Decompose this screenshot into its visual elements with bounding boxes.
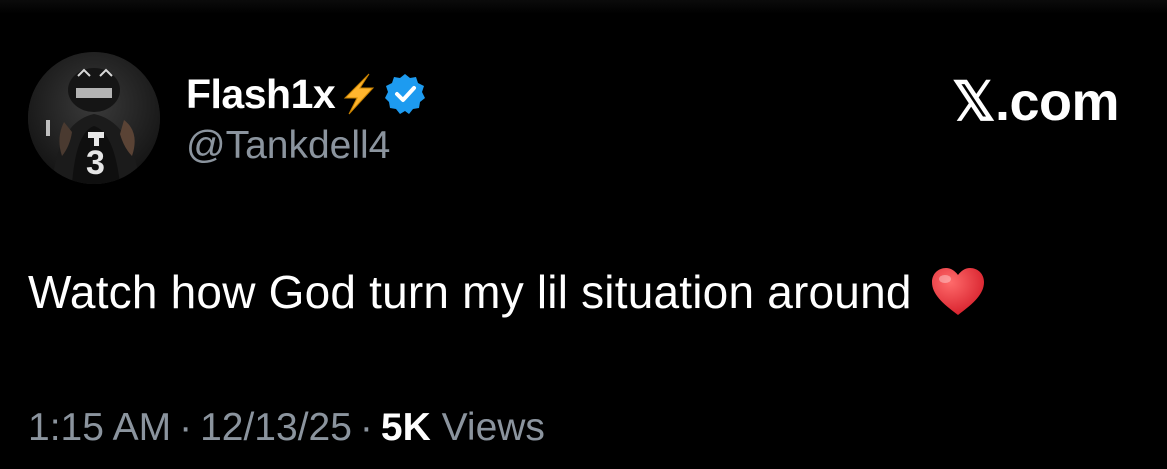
svg-text:3: 3 bbox=[86, 144, 105, 182]
author-display-name[interactable]: Flash1x bbox=[186, 71, 336, 118]
tweet-body: Watch how God turn my lil situation arou… bbox=[28, 262, 986, 322]
tweet-meta: 1:15 AM · 12/13/25 · 5K Views bbox=[28, 406, 545, 450]
avatar-photo-icon: 3 bbox=[28, 52, 160, 184]
tweet-text: Watch how God turn my lil situation arou… bbox=[28, 266, 912, 318]
red-heart-icon bbox=[930, 266, 986, 318]
tweet-date[interactable]: 12/13/25 bbox=[200, 406, 352, 449]
author-avatar[interactable]: 3 bbox=[28, 52, 160, 184]
view-count: 5K bbox=[380, 406, 431, 449]
tweet-card: 3 Flash1x @Tankdell4 𝕏.com Watch how God… bbox=[0, 0, 1167, 469]
lightning-bolt-icon bbox=[339, 72, 377, 116]
meta-separator: · bbox=[179, 406, 193, 449]
verified-badge-icon[interactable] bbox=[383, 72, 427, 116]
meta-separator: · bbox=[359, 406, 373, 449]
author-handle[interactable]: @Tankdell4 bbox=[186, 124, 390, 168]
views-label: Views bbox=[441, 406, 545, 449]
x-com-watermark: 𝕏.com bbox=[951, 72, 1120, 132]
author-name-row: Flash1x bbox=[186, 70, 427, 118]
tweet-time[interactable]: 1:15 AM bbox=[28, 406, 171, 449]
